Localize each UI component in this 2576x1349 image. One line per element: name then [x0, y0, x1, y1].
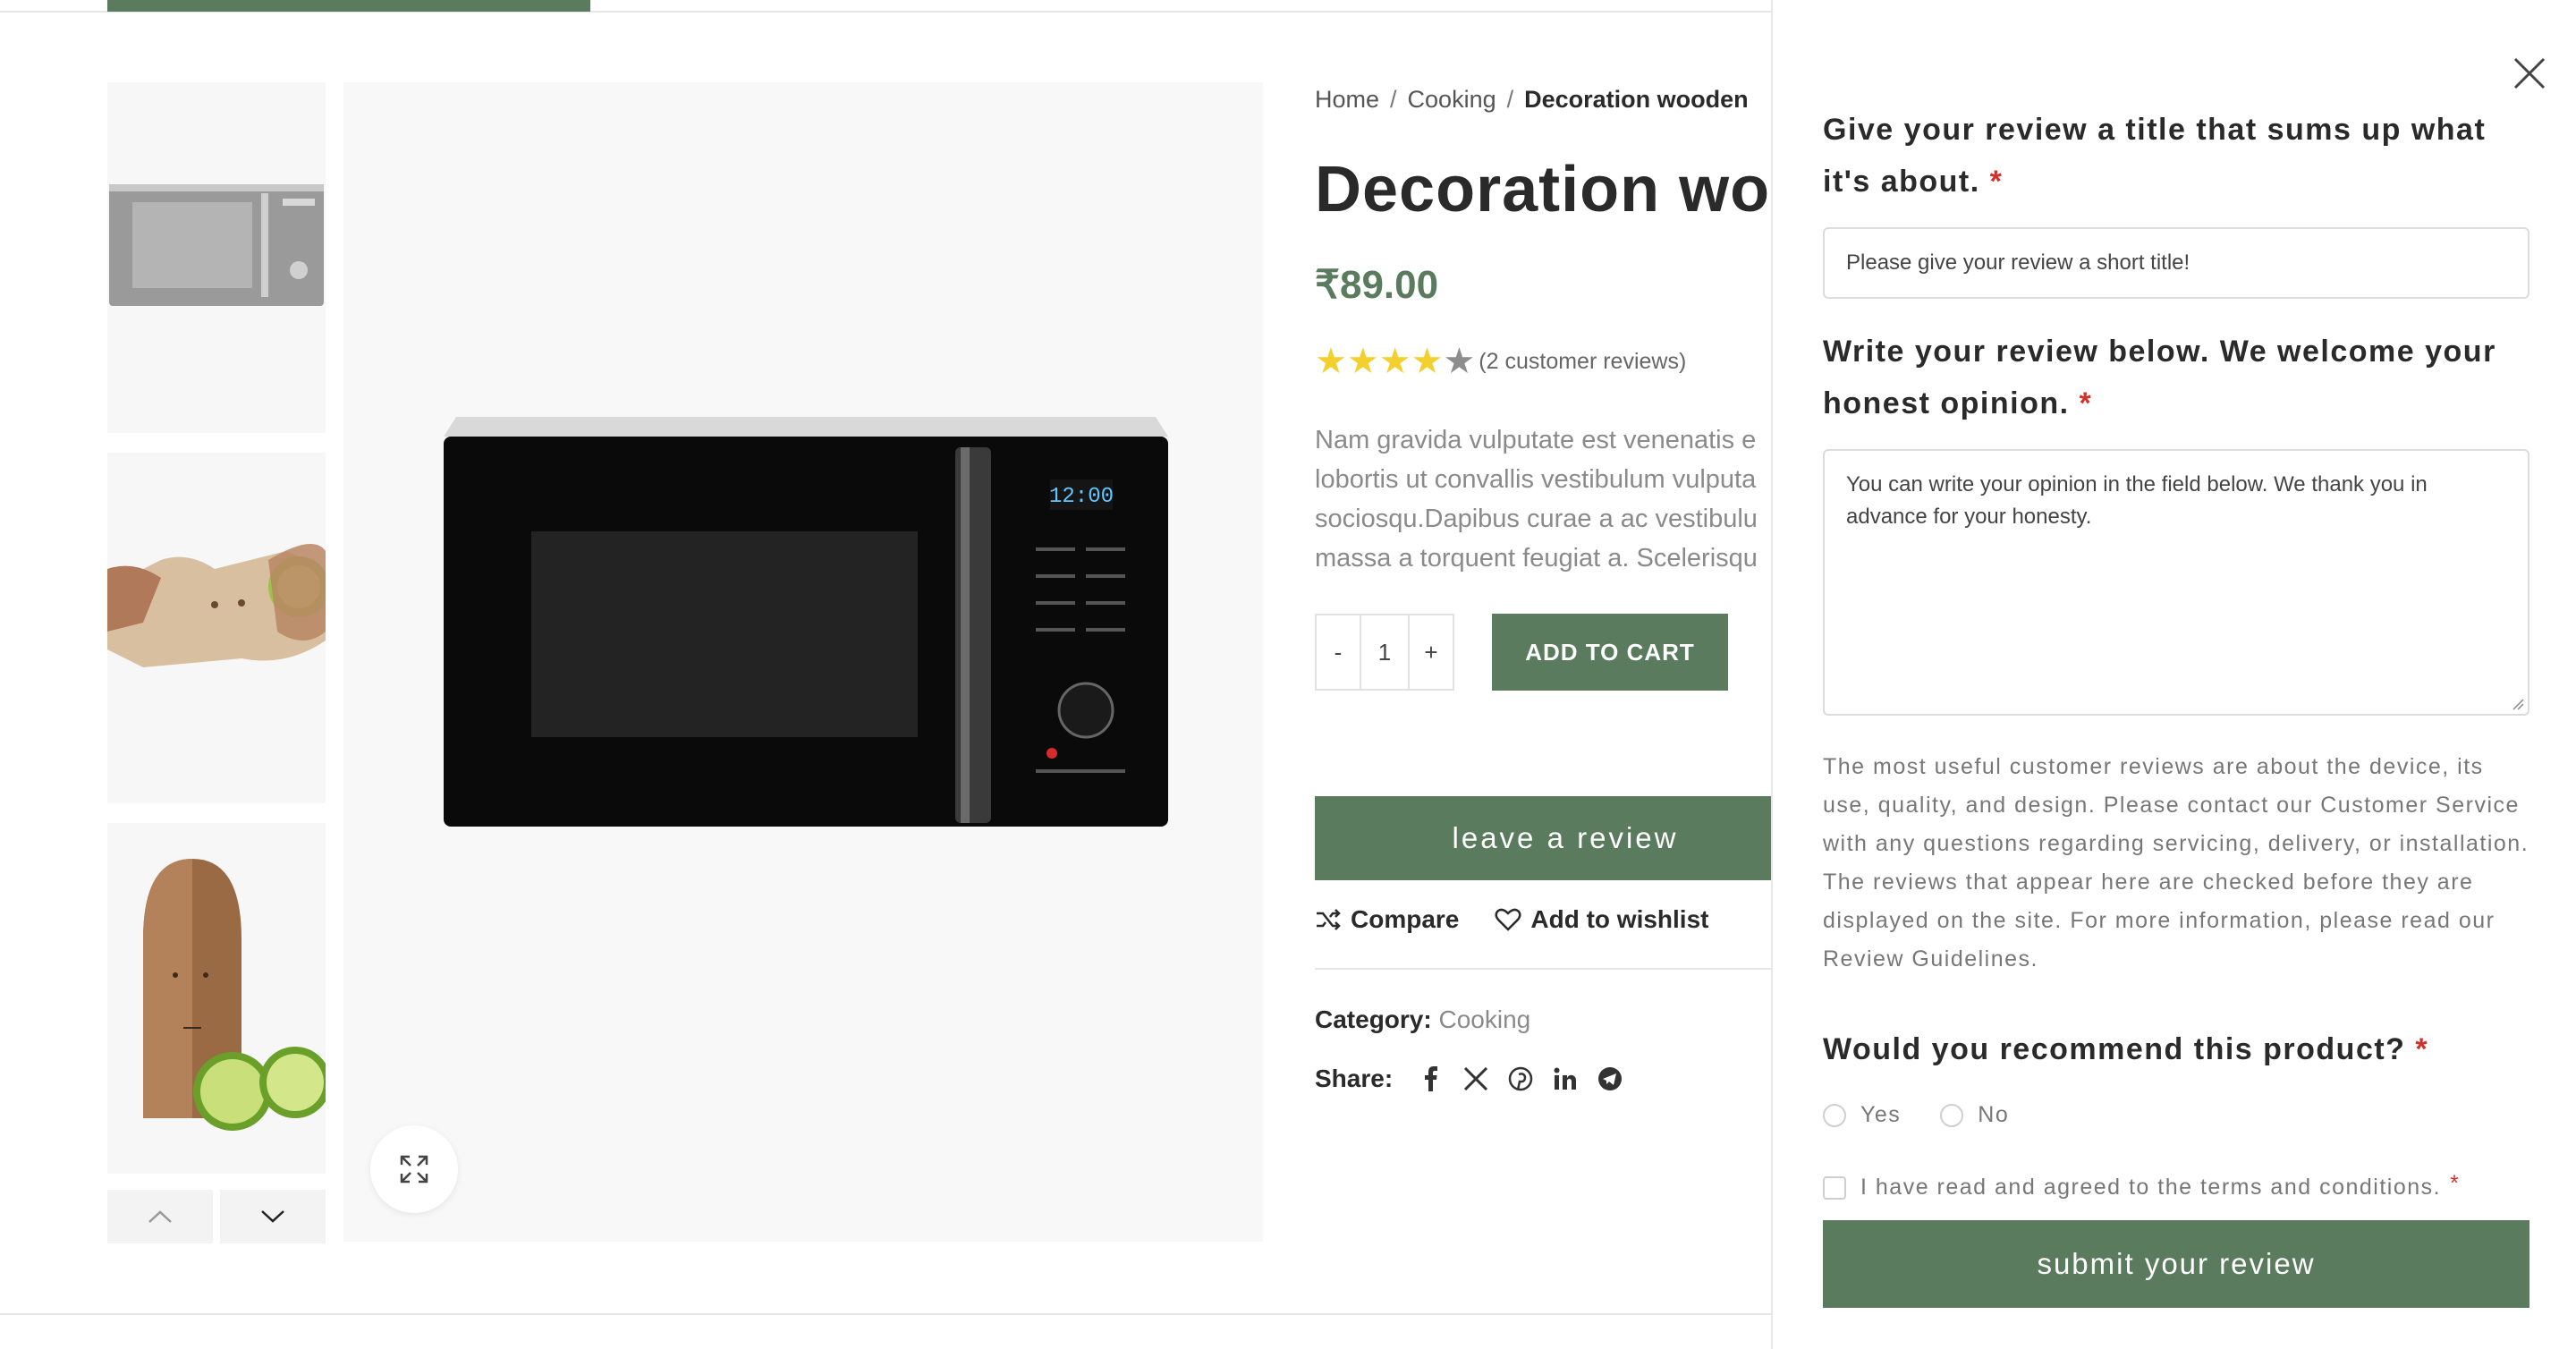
star-filled-icon: ★: [1411, 342, 1444, 381]
category-link[interactable]: Cooking: [1438, 1005, 1530, 1033]
recommend-no-option[interactable]: No: [1940, 1102, 2009, 1128]
thumbnails-prev-button[interactable]: [107, 1190, 213, 1243]
terms-checkbox[interactable]: [1823, 1175, 1846, 1200]
breadcrumb-separator: /: [1390, 86, 1397, 113]
thumbnail-microwave[interactable]: [107, 82, 326, 433]
product-title: Decoration woo: [1315, 154, 1773, 225]
star-empty-icon: ★: [1443, 342, 1476, 381]
chevron-up-icon: [148, 1210, 172, 1223]
linkedin-icon[interactable]: [1543, 1065, 1588, 1093]
compare-button[interactable]: Compare: [1315, 905, 1459, 934]
heart-icon: [1495, 908, 1521, 931]
wooden-figure-thumbnail-image: [107, 823, 326, 1174]
review-title-label: Give your review a title that sums up wh…: [1823, 104, 2529, 208]
recommend-question: Would you recommend this product?: [1823, 1032, 2406, 1066]
breadcrumb-current: Decoration wooden: [1524, 86, 1749, 113]
microwave-image: 12:00: [343, 82, 1263, 1242]
expand-icon: [400, 1155, 428, 1184]
share-row: Share:: [1315, 1065, 1773, 1093]
description-line: Nam gravida vulputate est venenatis e: [1315, 426, 1757, 454]
leave-review-button[interactable]: leave a review: [1315, 796, 1773, 880]
review-body-placeholder: You can write your opinion in the field …: [1846, 472, 2428, 529]
chevron-down-icon: [261, 1210, 284, 1223]
breadcrumb-separator: /: [1506, 86, 1514, 113]
terms-row: I have read and agreed to the terms and …: [1823, 1171, 2529, 1201]
add-to-cart-button[interactable]: ADD TO CART: [1492, 614, 1728, 691]
review-body-textarea[interactable]: You can write your opinion in the field …: [1823, 449, 2529, 716]
quantity-increase-button[interactable]: +: [1410, 615, 1453, 689]
star-filled-icon: ★: [1378, 342, 1411, 381]
microwave-thumbnail-image: [107, 82, 326, 433]
main-product-image[interactable]: 12:00: [343, 82, 1263, 1242]
review-title-input[interactable]: Please give your review a short title!: [1823, 227, 2529, 299]
product-category: Category: Cooking: [1315, 1005, 1773, 1034]
review-guidelines-text: The most useful customer reviews are abo…: [1823, 754, 2529, 971]
product-page: 12:00 Home / Cooking / Decoration wooden Dec…: [0, 0, 2576, 1349]
recommend-yes-radio[interactable]: [1823, 1103, 1846, 1127]
review-title-question: Give your review a title that sums up wh…: [1823, 113, 2487, 199]
telegram-icon[interactable]: [1588, 1065, 1632, 1093]
review-form: Give your review a title that sums up wh…: [1823, 113, 2529, 1308]
breadcrumb-home-link[interactable]: Home: [1315, 86, 1379, 113]
star-filled-icon: ★: [1315, 342, 1347, 381]
required-marker: *: [2450, 1171, 2461, 1196]
star-filled-icon: ★: [1346, 342, 1379, 381]
expand-image-button[interactable]: [370, 1125, 458, 1213]
review-body-question: Write your review below. We welcome your…: [1823, 335, 2496, 420]
add-to-wishlist-button[interactable]: Add to wishlist: [1495, 905, 1708, 934]
quantity-decrease-button[interactable]: -: [1317, 615, 1360, 689]
recommend-label: Would you recommend this product? *: [1823, 1023, 2529, 1075]
svg-text:12:00: 12:00: [1049, 485, 1114, 509]
recommend-yes-option[interactable]: Yes: [1823, 1102, 1901, 1128]
product-summary: Home / Cooking / Decoration wooden Decoratio…: [1315, 81, 1773, 1243]
resize-handle-icon[interactable]: [2512, 698, 2524, 710]
recommend-no-radio[interactable]: [1940, 1103, 1964, 1127]
thumbnail-wooden-figure-lime[interactable]: [107, 823, 326, 1174]
submit-review-button[interactable]: submit your review: [1823, 1220, 2529, 1308]
share-label: Share:: [1315, 1065, 1394, 1092]
recommend-options: Yes No: [1823, 1102, 2529, 1128]
product-rating: ★ ★ ★ ★ ★ (2 customer reviews): [1315, 344, 1773, 379]
category-label: Category:: [1315, 1005, 1432, 1033]
product-price: ₹89.00: [1315, 263, 1439, 307]
breadcrumb: Home / Cooking / Decoration wooden: [1315, 86, 1773, 114]
close-icon: [2513, 57, 2546, 89]
product-actions: Compare Add to wishlist: [1315, 905, 1773, 934]
footer-divider: [0, 1313, 1773, 1315]
required-marker: *: [1989, 165, 2004, 199]
thumbnail-wooden-juicer-hands[interactable]: [107, 453, 326, 803]
thumbnails-next-button[interactable]: [220, 1190, 326, 1243]
review-body-label: Write your review below. We welcome your…: [1823, 326, 2529, 429]
wooden-juicer-thumbnail-image: [107, 453, 326, 803]
pinterest-icon[interactable]: [1498, 1065, 1543, 1093]
x-icon[interactable]: [1453, 1065, 1498, 1093]
required-marker: *: [2079, 386, 2093, 420]
breadcrumb-category-link[interactable]: Cooking: [1408, 86, 1496, 113]
meta-divider: [1315, 968, 1773, 970]
description-line: lobortis ut convallis vestibulum vulputa: [1315, 465, 1757, 494]
quantity-stepper: - 1 +: [1315, 614, 1454, 691]
recommend-yes-label: Yes: [1860, 1102, 1902, 1127]
wishlist-label: Add to wishlist: [1530, 905, 1709, 933]
review-side-panel: Give your review a title that sums up wh…: [1771, 0, 2576, 1349]
close-panel-button[interactable]: [2512, 55, 2547, 91]
shuffle-icon: [1317, 909, 1341, 930]
required-marker: *: [2415, 1032, 2429, 1066]
quantity-input[interactable]: 1: [1360, 615, 1410, 689]
add-to-cart-row: - 1 + ADD TO CART: [1315, 614, 1773, 691]
product-short-description: Nam gravida vulputate est venenatis e lo…: [1315, 420, 1773, 578]
terms-label: I have read and agreed to the terms and …: [1860, 1175, 2442, 1200]
recommend-no-label: No: [1978, 1102, 2010, 1127]
reviews-count-link[interactable]: (2 customer reviews): [1479, 349, 1686, 375]
description-line: massa a torquent feugiat a. Scelerisqu: [1315, 544, 1758, 573]
compare-label: Compare: [1351, 905, 1460, 933]
description-line: sociosqu.Dapibus curae a ac vestibulu: [1315, 505, 1758, 533]
facebook-icon[interactable]: [1409, 1065, 1453, 1093]
progress-accent: [107, 0, 590, 12]
